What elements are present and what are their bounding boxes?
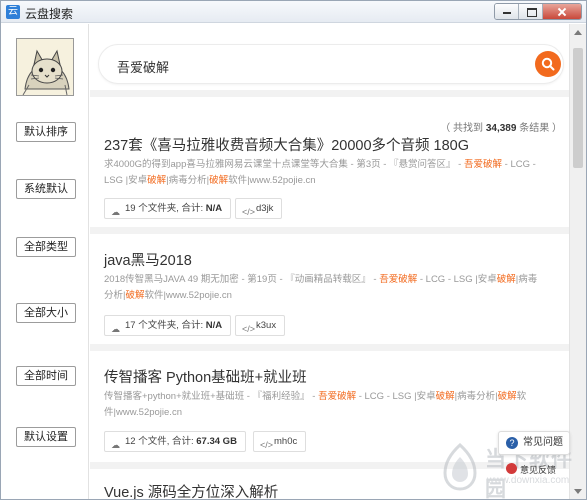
file-info-text: 12 个文件, 合计: [125,436,197,447]
cloud-search-app-icon: 云 [6,5,20,19]
highlight-keyword: 吾爱破解 [318,391,357,402]
minimize-button[interactable] [495,4,519,19]
vertical-scrollbar[interactable] [569,24,586,499]
type-filter-button[interactable]: 全部类型 [16,237,76,257]
file-info-text: 19 个文件夹, 合计: [125,203,206,214]
window-title: 云盘搜索 [25,7,74,21]
desc-text: 软件|www.52pojie.cn [144,290,232,301]
file-info-tag: ☁ 19 个文件夹, 合计: N/A [104,198,232,219]
scrollbar-thumb[interactable] [573,48,583,168]
search-icon [541,57,555,71]
cat-avatar-icon [17,39,73,95]
result-desc: 求4000G的得到app喜马拉雅网易云课堂十点课堂等大合集 - 第3页 - 『悬… [104,157,544,189]
result-count-prefix: （ 共找到 [440,123,484,134]
extract-code: k3ux [256,320,277,331]
search-query-text[interactable]: 吾爱破解 [117,57,169,76]
desc-text: |病毒分析| [454,391,498,402]
desc-text: 传智播客+python+就业班+基础班 - 『福利经验』 - [104,391,319,402]
time-filter-button[interactable]: 全部时间 [16,366,76,386]
feedback-avatar-icon [506,463,517,474]
highlight-keyword: 破解 [209,175,229,186]
watermark-url: www.downxia.com [487,475,570,486]
result-desc: 传智播客+python+就业班+基础班 - 『福利经验』 - 吾爱破解 - LC… [104,389,544,421]
highlight-keyword: 破解 [496,274,516,285]
result-separator [90,344,570,351]
code-icon: </> [242,324,256,334]
settings-button[interactable]: 默认设置 [16,427,76,447]
close-button[interactable] [543,4,581,19]
source-default-button[interactable]: 系统默认 [16,179,76,199]
extract-code: d3jk [256,203,274,214]
result-count-suffix: 条结果 ） [519,123,562,134]
desc-text: - LCG - LSG |安卓 [356,391,436,402]
desc-text: - LCG - LSG |安卓 [417,274,497,285]
extract-code: mh0c [274,436,298,447]
highlight-keyword: 破解 [125,290,145,301]
highlight-keyword: 破解 [435,391,455,402]
title-bar[interactable]: 云 云盘搜索 [1,1,586,23]
feedback-label: 意见反馈 [520,465,557,475]
search-input[interactable]: 吾爱破解 [98,44,564,84]
app-window: 云 云盘搜索 默认排序 系统默认 全部类型 全部大小 全部时间 默认设置 吾爱破… [0,0,587,500]
feedback-button[interactable]: 意见反馈 [506,463,556,476]
watermark-logo-icon [443,443,477,491]
size-filter-button[interactable]: 全部大小 [16,303,76,323]
cloud-download-icon: ☁ [111,324,120,334]
desc-text: 2018传智黑马JAVA 49 期无加密 - 第19页 - 『动画精品转载区』 … [104,274,380,285]
file-info-text: 17 个文件夹, 合计: [125,320,206,331]
result-separator [90,227,570,234]
divider [90,90,570,97]
file-info-tag: ☁ 17 个文件夹, 合计: N/A [104,315,232,336]
result-title[interactable]: 237套《喜马拉雅收费音频大合集》20000多个音频 180G [104,134,469,155]
window-controls [494,3,582,20]
result-title[interactable]: 传智播客 Python基础班+就业班 [104,366,307,387]
extract-code-tag[interactable]: </> d3jk [235,198,283,219]
code-icon: </> [242,207,256,217]
highlight-keyword: 破解 [147,175,167,186]
search-button[interactable] [535,51,561,77]
scroll-up-arrow-icon[interactable] [574,30,582,35]
faq-button[interactable]: ? 常见问题 [498,431,570,455]
extract-code-tag[interactable]: </> mh0c [253,431,307,452]
file-size: N/A [205,320,223,331]
highlight-keyword: 吾爱破解 [379,274,418,285]
result-count-number: 34,389 [485,123,517,134]
avatar[interactable] [16,38,74,96]
file-size: 67.34 GB [196,436,237,447]
file-info-tag: ☁ 12 个文件, 合计: 67.34 GB [104,431,246,452]
question-icon: ? [506,437,518,449]
sort-default-button[interactable]: 默认排序 [16,122,76,142]
desc-text: 求4000G的得到app喜马拉雅网易云课堂十点课堂等大合集 - 第3页 - 『悬… [104,159,464,170]
faq-label: 常见问题 [523,437,563,448]
cloud-download-icon: ☁ [111,440,120,450]
result-count: （ 共找到 34,389 条结果 ） [440,119,562,134]
highlight-keyword: 吾爱破解 [464,159,503,170]
result-title[interactable]: Vue.js 源码全方位深入解析 [104,481,278,499]
desc-text: |病毒分析| [166,175,210,186]
extract-code-tag[interactable]: </> k3ux [235,315,286,336]
result-title[interactable]: java黑马2018 [104,249,192,270]
sidebar: 默认排序 系统默认 全部类型 全部大小 全部时间 默认设置 [1,24,89,499]
cloud-download-icon: ☁ [111,207,120,217]
desc-text: 软件|www.52pojie.cn [228,175,316,186]
result-desc: 2018传智黑马JAVA 49 期无加密 - 第19页 - 『动画精品转载区』 … [104,272,544,304]
highlight-keyword: 破解 [497,391,517,402]
file-size: N/A [205,203,223,214]
maximize-button[interactable] [519,4,543,19]
code-icon: </> [260,440,274,450]
results-pane: 吾爱破解 （ 共找到 34,389 条结果 ） 237套《喜马拉雅收费音频大合集… [90,24,570,499]
